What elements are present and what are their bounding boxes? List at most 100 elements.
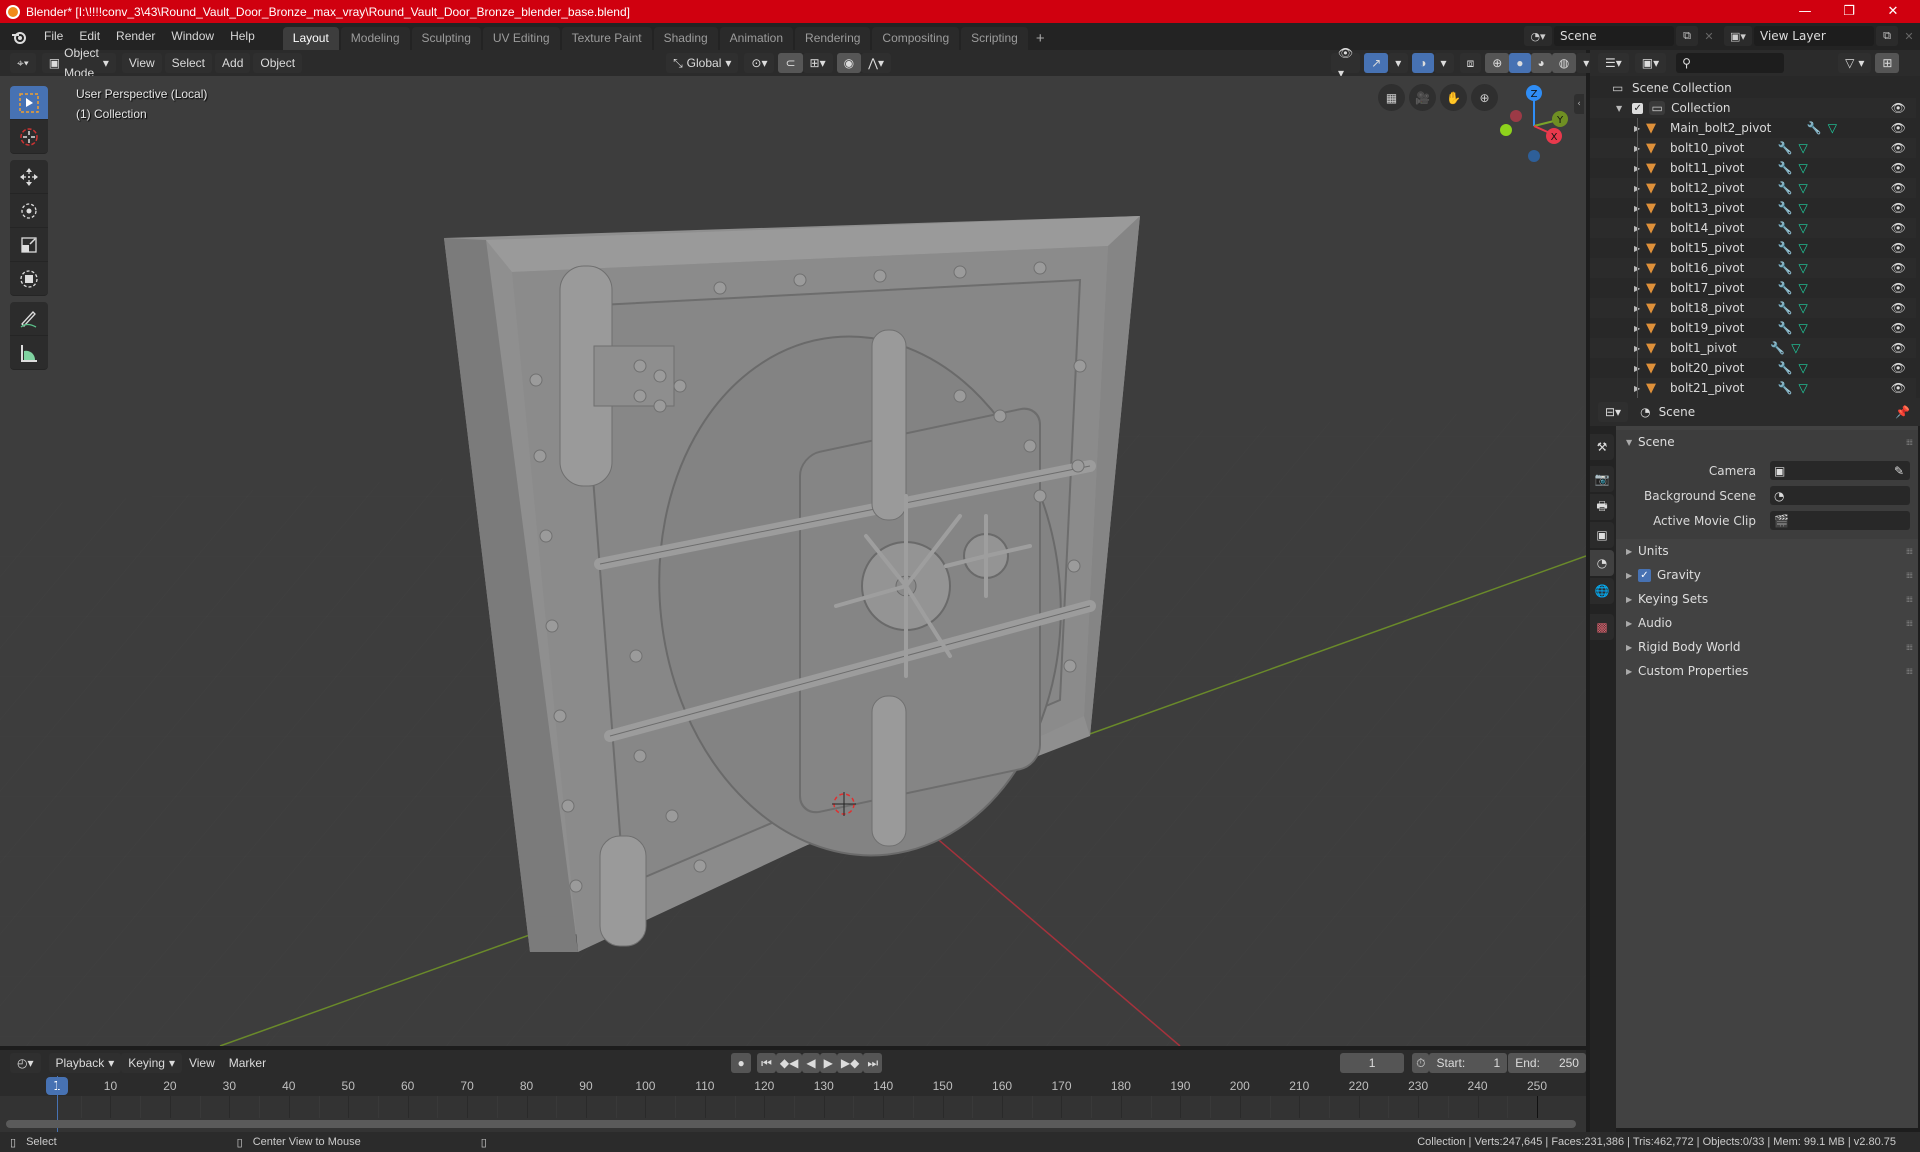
outliner-object-row[interactable]: ▶▼ Main_bolt2_pivot 🔧 ▽ 👁 (1590, 118, 1916, 138)
view-layer-icon[interactable]: ▣▾ (1724, 26, 1752, 46)
move-tool[interactable] (10, 160, 48, 194)
scale-tool[interactable] (10, 228, 48, 262)
drag-grip-icon[interactable]: ⁞⁞⁞⁞ (1906, 438, 1913, 447)
add-workspace-button[interactable]: + (1030, 27, 1051, 50)
visibility-eye-icon[interactable]: 👁 (1891, 201, 1906, 215)
overlay-toggle-icon[interactable]: ◑ (1412, 53, 1434, 73)
expand-arrow-icon[interactable]: ▶ (1634, 244, 1646, 253)
maximize-button[interactable]: ❐ (1826, 0, 1872, 23)
tab-view-layer-properties[interactable]: ▣ (1590, 522, 1614, 548)
menu-timeline-view[interactable]: View (182, 1053, 222, 1073)
menu-add[interactable]: Add (215, 53, 251, 73)
scene-panel-header[interactable]: ▼ Scene ⁞⁞⁞⁞ (1616, 430, 1918, 454)
transform-orientation-dropdown[interactable]: ⤡ Global ▾ (666, 53, 739, 73)
mesh-data-icon[interactable]: ▽ (1799, 301, 1808, 315)
menu-select[interactable]: Select (164, 53, 213, 73)
outliner-object-row[interactable]: ▶▼ bolt15_pivot 🔧 ▽ 👁 (1590, 238, 1916, 258)
select-box-tool[interactable] (10, 86, 48, 120)
drag-grip-icon[interactable]: ⁞⁞⁞⁞ (1906, 667, 1913, 676)
modifier-wrench-icon[interactable]: 🔧 (1778, 181, 1793, 195)
tab-scripting[interactable]: Scripting (961, 27, 1028, 50)
mesh-data-icon[interactable]: ▽ (1799, 261, 1808, 275)
visibility-eye-icon[interactable]: 👁 (1891, 281, 1906, 295)
mesh-data-icon[interactable]: ▽ (1799, 241, 1808, 255)
eyedropper-icon[interactable]: ✎ (1894, 464, 1904, 478)
proportional-edit-icon[interactable]: ◉ (836, 53, 862, 73)
modifier-wrench-icon[interactable]: 🔧 (1807, 121, 1822, 135)
active-movie-clip-field[interactable]: 🎬 (1770, 511, 1910, 530)
visibility-eye-icon[interactable]: 👁 (1891, 121, 1906, 135)
modifier-wrench-icon[interactable]: 🔧 (1778, 301, 1793, 315)
expand-arrow-icon[interactable]: ▶ (1634, 204, 1646, 213)
outliner-object-row[interactable]: ▶▼ bolt12_pivot 🔧 ▽ 👁 (1590, 178, 1916, 198)
visibility-eye-icon[interactable]: 👁 (1891, 341, 1906, 355)
modifier-wrench-icon[interactable]: 🔧 (1778, 161, 1793, 175)
visibility-eye-icon[interactable]: 👁 (1891, 101, 1906, 115)
visibility-eye-icon[interactable]: 👁 (1891, 141, 1906, 155)
sidebar-toggle-chevron-icon[interactable]: ‹ (1574, 94, 1584, 114)
wireframe-shading-icon[interactable]: ⊕ (1485, 53, 1510, 73)
mesh-data-icon[interactable]: ▽ (1799, 221, 1808, 235)
expand-arrow-icon[interactable]: ▶ (1634, 184, 1646, 193)
delete-view-layer-icon[interactable]: ✕ (1898, 26, 1920, 46)
3d-viewport[interactable]: User Perspective (Local) (1) Collection … (0, 76, 1586, 1046)
visibility-eye-icon[interactable]: 👁 (1891, 381, 1906, 395)
properties-editor-type-button[interactable]: ⊟▾ (1598, 402, 1629, 422)
current-frame-field[interactable]: 1 (1340, 1053, 1405, 1073)
record-keyframe-button[interactable]: ● (731, 1053, 752, 1073)
tab-texture-paint[interactable]: Texture Paint (561, 27, 652, 50)
visibility-eye-icon[interactable]: 👁 (1891, 221, 1906, 235)
expand-arrow-icon[interactable]: ▶ (1634, 364, 1646, 373)
outliner-object-row[interactable]: ▶▼ bolt1_pivot 🔧 ▽ 👁 (1590, 338, 1916, 358)
menu-help[interactable]: Help (222, 23, 263, 50)
tab-layout[interactable]: Layout (282, 27, 339, 50)
camera-view-icon[interactable]: 🎥 (1409, 84, 1436, 111)
outliner-row-collection[interactable]: ▼ ✓ ▭ Collection 👁 (1590, 98, 1916, 118)
modifier-wrench-icon[interactable]: 🔧 (1778, 281, 1793, 295)
tab-compositing[interactable]: Compositing (872, 27, 960, 50)
new-collection-icon[interactable]: ⊞ (1875, 53, 1900, 73)
expand-arrow-icon[interactable]: ▼ (1616, 104, 1622, 113)
snap-target-dropdown[interactable]: ⊞▾ (802, 53, 833, 73)
visibility-eye-icon[interactable]: 👁 (1891, 321, 1906, 335)
editor-type-button[interactable]: ⌖▾ (10, 53, 36, 73)
rendered-shading-icon[interactable]: ◍ (1551, 53, 1577, 73)
blender-menu-icon[interactable] (8, 27, 30, 47)
prev-keyframe-icon[interactable]: ◆◀ (775, 1053, 803, 1073)
properties-section-gravity[interactable]: ▶ ✓ Gravity ⁞⁞⁞⁞ (1616, 563, 1918, 587)
snap-toggle-icon[interactable]: ⊂ (778, 53, 803, 73)
drag-grip-icon[interactable]: ⁞⁞⁞⁞ (1906, 547, 1913, 556)
material-shading-icon[interactable]: ◕ (1530, 53, 1552, 73)
scene-name-field[interactable]: Scene (1554, 26, 1674, 46)
outliner-search-input[interactable]: ⚲ (1676, 53, 1785, 73)
tab-rendering[interactable]: Rendering (795, 27, 871, 50)
outliner-row-scene-collection[interactable]: ▭ Scene Collection (1590, 78, 1916, 98)
modifier-wrench-icon[interactable]: 🔧 (1778, 201, 1793, 215)
drag-grip-icon[interactable]: ⁞⁞⁞⁞ (1906, 595, 1913, 604)
mode-dropdown[interactable]: ▣ Object Mode ▾ (41, 46, 116, 80)
jump-end-icon[interactable]: ⏭ (863, 1053, 883, 1073)
properties-section-keying-sets[interactable]: ▶ Keying Sets ⁞⁞⁞⁞ (1616, 587, 1918, 611)
expand-arrow-icon[interactable]: ▶ (1634, 264, 1646, 273)
filter-dropdown[interactable]: ▽ ▾ (1838, 53, 1872, 73)
mesh-data-icon[interactable]: ▽ (1799, 361, 1808, 375)
background-scene-field[interactable]: ◔ (1770, 486, 1910, 505)
mesh-data-icon[interactable]: ▽ (1791, 341, 1800, 355)
expand-arrow-icon[interactable]: ▶ (1634, 384, 1646, 393)
frame-ruler[interactable]: 1 10203040506070809010011012013014015016… (0, 1076, 1586, 1096)
modifier-wrench-icon[interactable]: 🔧 (1778, 221, 1793, 235)
expand-arrow-icon[interactable]: ▶ (1634, 224, 1646, 233)
tab-animation[interactable]: Animation (719, 27, 794, 50)
toggle-ortho-grid-icon[interactable]: ▦ (1378, 84, 1405, 111)
scene-icon[interactable]: ◔▾ (1524, 26, 1552, 46)
mesh-data-icon[interactable]: ▽ (1799, 201, 1808, 215)
modifier-wrench-icon[interactable]: 🔧 (1778, 241, 1793, 255)
visibility-eye-icon[interactable]: 👁 (1891, 261, 1906, 275)
tab-output-properties[interactable]: 🖶 (1590, 494, 1614, 520)
tab-world-properties[interactable]: 🌐 (1590, 578, 1614, 604)
timeline-scrollbar[interactable] (6, 1120, 1576, 1128)
tab-tool-properties[interactable]: ⚒ (1590, 434, 1614, 460)
menu-object[interactable]: Object (253, 53, 303, 73)
tab-texture-properties[interactable]: ▩ (1590, 614, 1614, 640)
transform-tool[interactable] (10, 262, 48, 296)
